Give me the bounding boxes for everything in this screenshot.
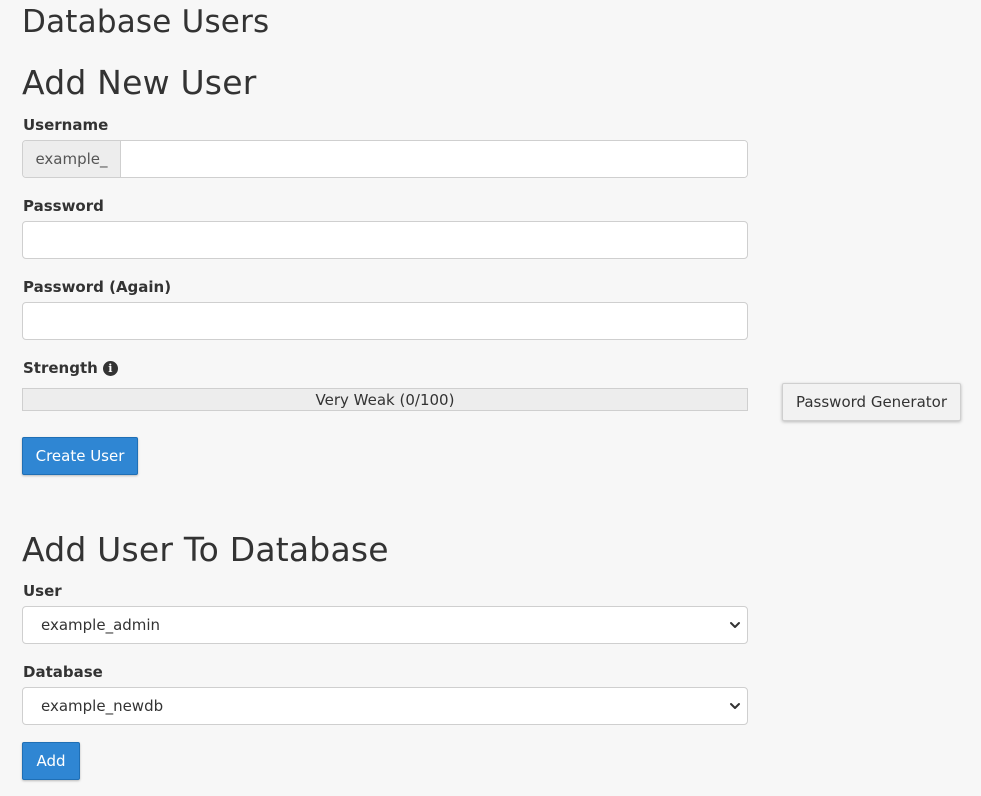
password-strength-meter: Very Weak (0/100) (22, 388, 748, 411)
strength-label-row: Strength i (23, 359, 118, 377)
info-circle-icon[interactable]: i (102, 361, 118, 376)
username-prefix: example_ (23, 141, 121, 177)
database-select[interactable]: example_newdb (22, 687, 748, 725)
user-select-label: User (23, 582, 62, 600)
password-again-label: Password (Again) (23, 278, 172, 296)
user-select-value: example_admin (41, 616, 161, 634)
password-label: Password (23, 197, 104, 215)
page-title: Database Users (22, 4, 270, 40)
username-input-group: example_ (22, 140, 748, 178)
chevron-down-icon (730, 703, 740, 709)
database-select-label: Database (23, 663, 103, 681)
database-select-value: example_newdb (41, 697, 164, 715)
password-again-input[interactable] (22, 302, 748, 340)
username-label: Username (23, 116, 109, 134)
add-user-to-database-heading: Add User To Database (22, 530, 389, 569)
username-input[interactable] (121, 141, 747, 177)
add-new-user-heading: Add New User (22, 63, 257, 102)
password-input[interactable] (22, 221, 748, 259)
create-user-button[interactable]: Create User (22, 437, 138, 475)
password-generator-button[interactable]: Password Generator (782, 383, 961, 421)
strength-label: Strength (23, 359, 98, 377)
strength-meter-text: Very Weak (0/100) (315, 390, 455, 409)
user-select[interactable]: example_admin (22, 606, 748, 644)
database-users-page: Database Users Add New User Username exa… (0, 0, 981, 796)
add-button[interactable]: Add (22, 742, 80, 780)
chevron-down-icon (730, 622, 740, 628)
